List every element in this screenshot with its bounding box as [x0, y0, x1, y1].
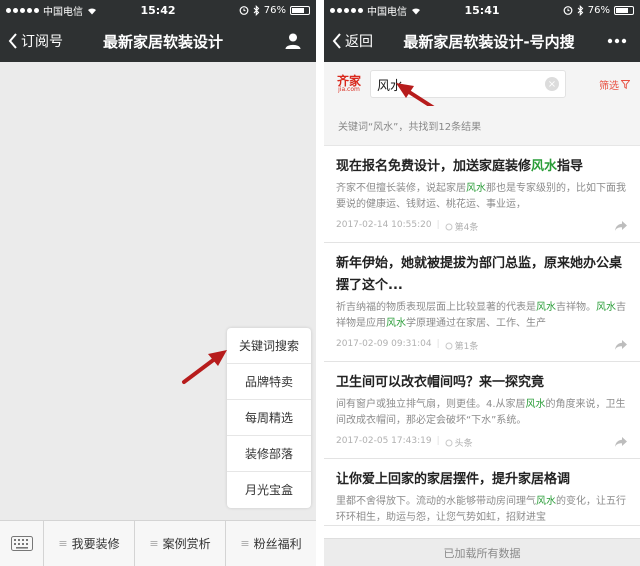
search-input[interactable]: 风水 × [370, 70, 566, 98]
result-title: 新年伊始，她就被提拔为部门总监，原来她办公桌摆了这个... [336, 256, 623, 293]
share-icon[interactable] [614, 436, 628, 448]
tab-label: 粉丝福利 [253, 537, 302, 551]
popup-menu: 关键词搜索 品牌特卖 每周精选 装修部落 月光宝盒 [227, 328, 311, 508]
keyword-highlight: 风水 [525, 399, 546, 410]
more-button[interactable] [604, 28, 630, 54]
keyword-highlight: 风水 [466, 183, 486, 194]
result-snippet: 齐家不但擅长装修，说起家居风水那也是专家级别的，比如下面我要说的健康运、钱财运、… [336, 183, 626, 210]
tab-renovation[interactable]: ≡ 我要装修 [44, 521, 135, 566]
alarm-icon [239, 6, 249, 15]
status-bar: 中国电信 15:42 76% [0, 0, 316, 20]
tab-case-gallery[interactable]: ≡ 案例赏析 [135, 521, 226, 566]
result-item[interactable]: 现在报名免费设计，加送家庭装修风水指导 齐家不但擅长装修，说起家居风水那也是专家… [324, 146, 640, 243]
tab-label: 案例赏析 [162, 537, 211, 551]
status-bar: 中国电信 15:41 76% [324, 0, 640, 20]
result-item[interactable]: 让你爱上回家的家居摆件，提升家居格调 里都不舍得放下。流动的水能够带动房间理气风… [324, 459, 640, 526]
jia-logo: 齐家 jia.com [330, 75, 368, 93]
profile-button[interactable] [280, 28, 306, 54]
like-icon [445, 439, 453, 446]
wifi-icon [88, 7, 96, 14]
bluetooth-icon [253, 4, 260, 16]
logo-subtext: jia.com [338, 86, 360, 93]
load-complete-footer: 已加载所有数据 [324, 538, 640, 566]
keyword-highlight: 风水 [386, 317, 406, 329]
result-date: 2017-02-14 10:55:20 [336, 220, 432, 230]
filter-button[interactable]: 筛选 [599, 77, 630, 92]
carrier-label: 中国电信 [43, 6, 83, 18]
result-position: 头条 [454, 439, 473, 449]
result-date: 2017-02-05 17:43:19 [336, 436, 432, 446]
wifi-icon [412, 7, 420, 14]
alarm-icon [563, 6, 573, 15]
nav-bar: 返回 最新家居软装设计-号内搜 [324, 20, 640, 62]
tab-fan-benefits[interactable]: ≡ 粉丝福利 [226, 521, 316, 566]
signal-icon [6, 7, 39, 13]
battery-percent: 76% [587, 4, 610, 16]
menu-lines-icon: ≡ [240, 537, 250, 550]
result-title: 卫生间可以改衣帽间吗？来一探究竟 [336, 375, 545, 390]
search-row: 齐家 jia.com 风水 × 筛选 [324, 62, 640, 106]
like-icon [445, 342, 453, 349]
result-snippet: 间有窗户或独立排气扇，则更佳。4.从家居风水的角度来说，卫生间改成衣帽间，那必定… [336, 399, 626, 426]
result-title: 让你爱上回家的家居摆件，提升家居格调 [336, 472, 571, 487]
result-summary: 关键词“风水”，共找到12条结果 [324, 106, 640, 146]
result-item[interactable]: 新年伊始，她就被提拔为部门总监，原来她办公桌摆了这个... 祈吉纳福的物质表现层… [324, 243, 640, 362]
result-list: 现在报名免费设计，加送家庭装修风水指导 齐家不但擅长装修，说起家居风水那也是专家… [324, 146, 640, 538]
nav-bar: 订阅号 最新家居软装设计 [0, 20, 316, 62]
result-item[interactable]: 卫生间可以改衣帽间吗？来一探究竟 间有窗户或独立排气扇，则更佳。4.从家居风水的… [324, 362, 640, 459]
like-icon [445, 223, 453, 230]
result-snippet: 里都不舍得放下。流动的水能够带动房间理气风水的变化，让五行环环相生，助运与怨，让… [336, 496, 626, 523]
menu-item-decor-tribe[interactable]: 装修部落 [227, 436, 311, 472]
chevron-left-icon [332, 33, 341, 49]
funnel-icon [621, 79, 630, 89]
menu-item-keyword-search[interactable]: 关键词搜索 [227, 328, 311, 364]
menu-item-brand-sale[interactable]: 品牌特卖 [227, 364, 311, 400]
back-label: 订阅号 [21, 34, 63, 50]
more-dots-icon [607, 38, 627, 44]
result-snippet: 祈吉纳福的物质表现层面上比较显著的代表是风水吉祥物。风水吉祥物是应用风水学原理通… [336, 302, 626, 329]
share-icon[interactable] [614, 339, 628, 351]
search-value: 风水 [377, 78, 404, 94]
keyboard-toggle-button[interactable] [0, 521, 44, 566]
tab-label: 我要装修 [71, 537, 120, 551]
annotation-arrow [182, 350, 227, 384]
chevron-left-icon [8, 33, 17, 49]
bluetooth-icon [577, 4, 584, 16]
menu-lines-icon: ≡ [58, 537, 68, 550]
carrier-label: 中国电信 [367, 6, 407, 18]
result-position: 第1条 [454, 342, 479, 352]
result-meta: 2017-02-14 10:55:20 | 第4条 [336, 220, 628, 242]
clear-icon[interactable]: × [545, 77, 559, 91]
right-phone-screen: 中国电信 15:41 76% 返回 最新家居软装设计-号内搜 齐家 jia.co… [324, 0, 640, 566]
back-button[interactable]: 返回 [324, 31, 373, 51]
result-title: 现在报名免费设计，加送家庭装修风水指导 [336, 159, 584, 174]
battery-percent: 76% [263, 4, 286, 16]
result-position: 第4条 [454, 223, 479, 233]
keyword-highlight: 风水 [531, 159, 558, 174]
battery-icon [290, 5, 310, 15]
signal-icon [330, 7, 363, 13]
keyword-highlight: 风水 [536, 496, 556, 507]
person-icon [285, 33, 301, 49]
left-phone-screen: 中国电信 15:42 76% 订阅号 最新家居软装设计 关键词搜索 品牌特卖 每… [0, 0, 316, 566]
menu-item-weekly-picks[interactable]: 每周精选 [227, 400, 311, 436]
keyboard-icon [10, 536, 33, 551]
battery-icon [614, 5, 634, 15]
bottom-menu-bar: ≡ 我要装修 ≡ 案例赏析 ≡ 粉丝福利 [0, 520, 316, 566]
result-meta: 2017-02-09 09:31:04 | 第1条 [336, 339, 628, 361]
menu-item-moonlight-box[interactable]: 月光宝盒 [227, 472, 311, 508]
keyword-highlight: 风水 [596, 302, 616, 313]
menu-lines-icon: ≡ [149, 537, 159, 550]
back-button[interactable]: 订阅号 [0, 31, 63, 51]
filter-label: 筛选 [599, 80, 619, 92]
keyword-highlight: 风水 [536, 302, 556, 313]
result-meta: 2017-02-05 17:43:19 | 头条 [336, 436, 628, 458]
result-date: 2017-02-09 09:31:04 [336, 339, 432, 349]
back-label: 返回 [345, 34, 373, 50]
share-icon[interactable] [614, 220, 628, 232]
